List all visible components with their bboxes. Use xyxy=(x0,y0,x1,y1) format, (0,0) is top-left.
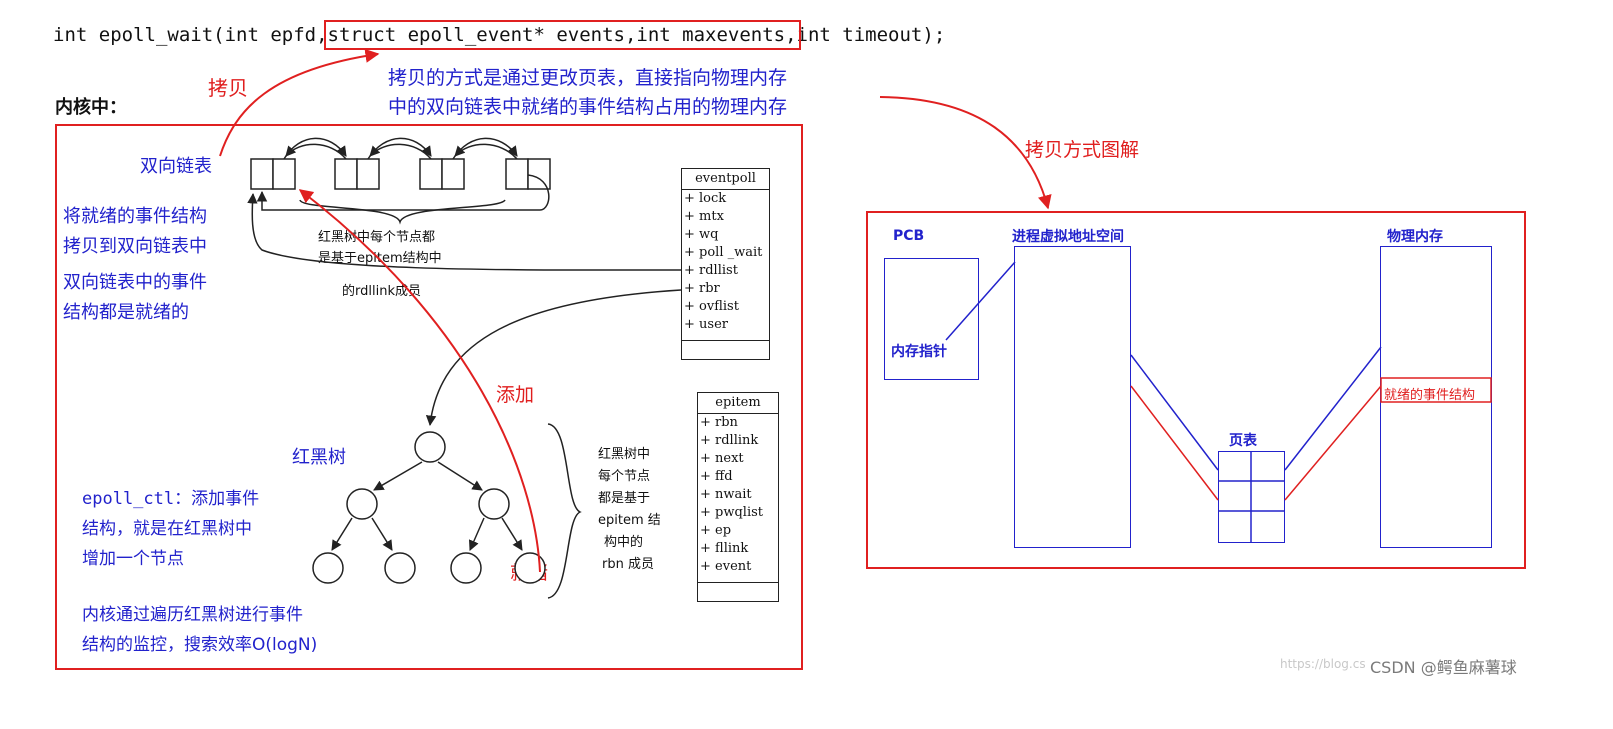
page-table-grid xyxy=(1219,452,1284,542)
dlist-brace xyxy=(299,199,506,225)
rbtree-node xyxy=(478,488,510,520)
rbtree-node xyxy=(346,488,378,520)
dlist-node xyxy=(334,158,358,190)
rbtree-node xyxy=(414,431,446,463)
dlist-node xyxy=(356,158,380,190)
map-red-right xyxy=(1284,385,1382,501)
ready-struct-box xyxy=(1380,377,1492,403)
dlist-node xyxy=(527,158,551,190)
dlist-node xyxy=(272,158,296,190)
rbtree-node xyxy=(450,552,482,584)
rbtree-node xyxy=(384,552,416,584)
epitem-brace xyxy=(547,423,582,599)
map-red-left xyxy=(1130,385,1219,501)
rbr-link xyxy=(425,289,682,427)
dlist-node xyxy=(441,158,465,190)
map-blue-left xyxy=(1130,354,1219,471)
ptr-link xyxy=(945,261,1016,341)
rbtree-nodes xyxy=(312,431,546,584)
rbtree-node xyxy=(312,552,344,584)
dlist-node xyxy=(250,158,274,190)
map-blue-right xyxy=(1284,346,1382,471)
graphics-layer xyxy=(219,48,1492,599)
copy-arrow xyxy=(219,48,380,157)
dlist-node xyxy=(419,158,443,190)
dlist-node xyxy=(505,158,529,190)
to-diagram-arrow xyxy=(879,96,1052,210)
dlist-nodes xyxy=(250,158,551,190)
